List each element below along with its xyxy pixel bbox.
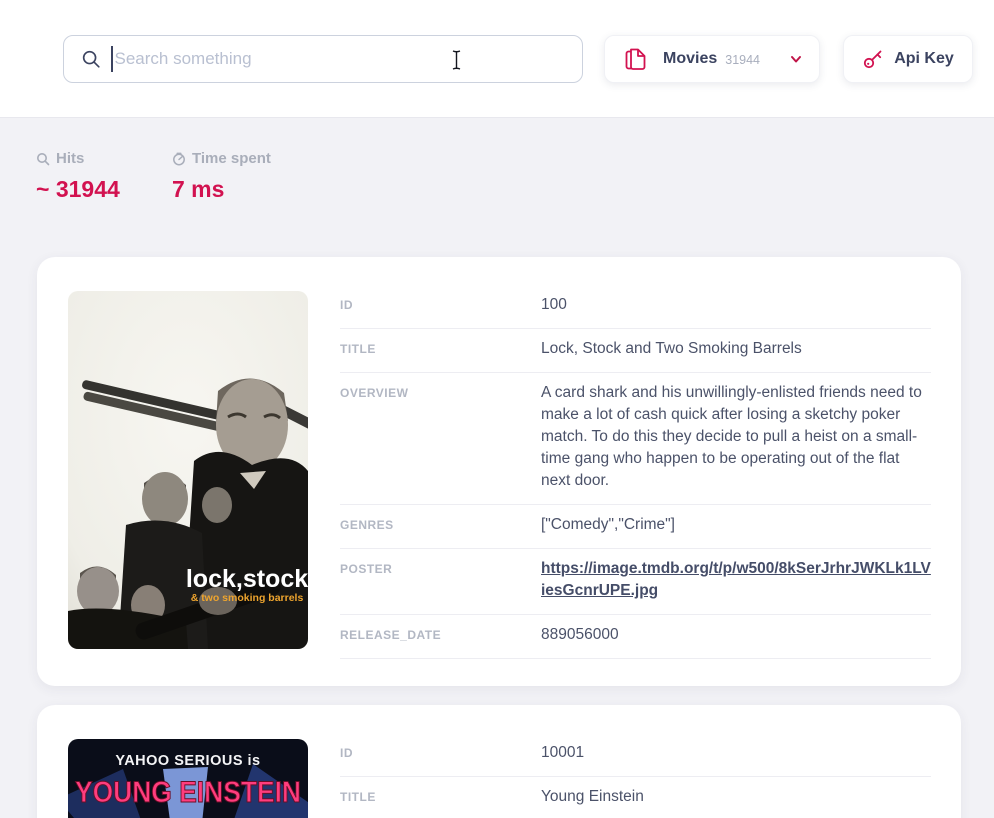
field-label: POSTER [340, 558, 541, 602]
field-value: 10001 [541, 742, 931, 764]
field-value: 889056000 [541, 624, 931, 646]
search-box[interactable] [63, 35, 583, 83]
poster1-title-text: lock,stock [186, 565, 308, 593]
api-key-label: Api Key [894, 50, 954, 68]
document-fields: ID 10001 TITLE Young Einstein OVERVIEW A… [340, 733, 931, 818]
field-label: GENRES [340, 514, 541, 536]
poster2-topline-text: YAHOO SERIOUS is [115, 753, 260, 769]
field-value: ["Comedy","Crime"] [541, 514, 931, 536]
stopwatch-icon [172, 152, 186, 166]
hits-label: Hits [56, 150, 84, 167]
result-card: lock,stock & two smoking barrels ID 100 … [37, 257, 961, 686]
result-card: YAHOO SERIOUS is YOUNG EINSTEIN ID 10001… [37, 705, 961, 818]
documents-icon [623, 45, 649, 73]
chevron-down-icon [789, 52, 803, 66]
field-row-id: ID 10001 [340, 733, 931, 777]
top-header: Movies 31944 Api Key [0, 0, 994, 118]
time-spent-label: Time spent [192, 150, 271, 167]
field-row-release-date: RELEASE_DATE 889056000 [340, 615, 931, 659]
field-value: 100 [541, 294, 931, 316]
i-beam-cursor-icon [450, 49, 463, 71]
key-icon [862, 48, 884, 70]
field-value: A card shark and his unwillingly-enliste… [541, 382, 931, 492]
field-label: ID [340, 742, 541, 764]
field-label: TITLE [340, 338, 541, 360]
hits-stat: Hits ~ 31944 [36, 150, 120, 203]
field-label: RELEASE_DATE [340, 624, 541, 646]
field-row-title: TITLE Lock, Stock and Two Smoking Barrel… [340, 329, 931, 373]
field-row-id: ID 100 [340, 285, 931, 329]
movie-poster-young-einstein: YAHOO SERIOUS is YOUNG EINSTEIN [68, 739, 308, 818]
field-row-genres: GENRES ["Comedy","Crime"] [340, 505, 931, 549]
index-name: Movies [663, 50, 717, 68]
field-row-overview: OVERVIEW A card shark and his unwillingl… [340, 373, 931, 505]
field-label: OVERVIEW [340, 382, 541, 492]
time-spent-stat: Time spent 7 ms [172, 150, 271, 203]
field-row-poster: POSTER https://image.tmdb.org/t/p/w500/8… [340, 549, 931, 615]
poster1-subtitle-text: & two smoking barrels [191, 592, 304, 604]
search-input[interactable] [113, 49, 567, 69]
field-label: ID [340, 294, 541, 316]
hits-search-icon [36, 152, 50, 166]
search-icon [80, 48, 102, 70]
field-label: TITLE [340, 786, 541, 808]
poster2-title-text: YOUNG EINSTEIN [75, 776, 301, 809]
index-selector-dropdown[interactable]: Movies 31944 [604, 35, 820, 83]
index-doc-count: 31944 [725, 53, 760, 67]
field-value: Lock, Stock and Two Smoking Barrels [541, 338, 931, 360]
field-value: Young Einstein [541, 786, 931, 808]
poster-url-link[interactable]: https://image.tmdb.org/t/p/w500/8kSerJrh… [541, 560, 931, 599]
time-spent-value: 7 ms [172, 176, 271, 203]
hits-value: ~ 31944 [36, 176, 120, 203]
document-fields: ID 100 TITLE Lock, Stock and Two Smoking… [340, 285, 931, 652]
movie-poster-lock-stock: lock,stock & two smoking barrels [68, 291, 308, 649]
field-row-title: TITLE Young Einstein [340, 777, 931, 818]
api-key-button[interactable]: Api Key [843, 35, 973, 83]
